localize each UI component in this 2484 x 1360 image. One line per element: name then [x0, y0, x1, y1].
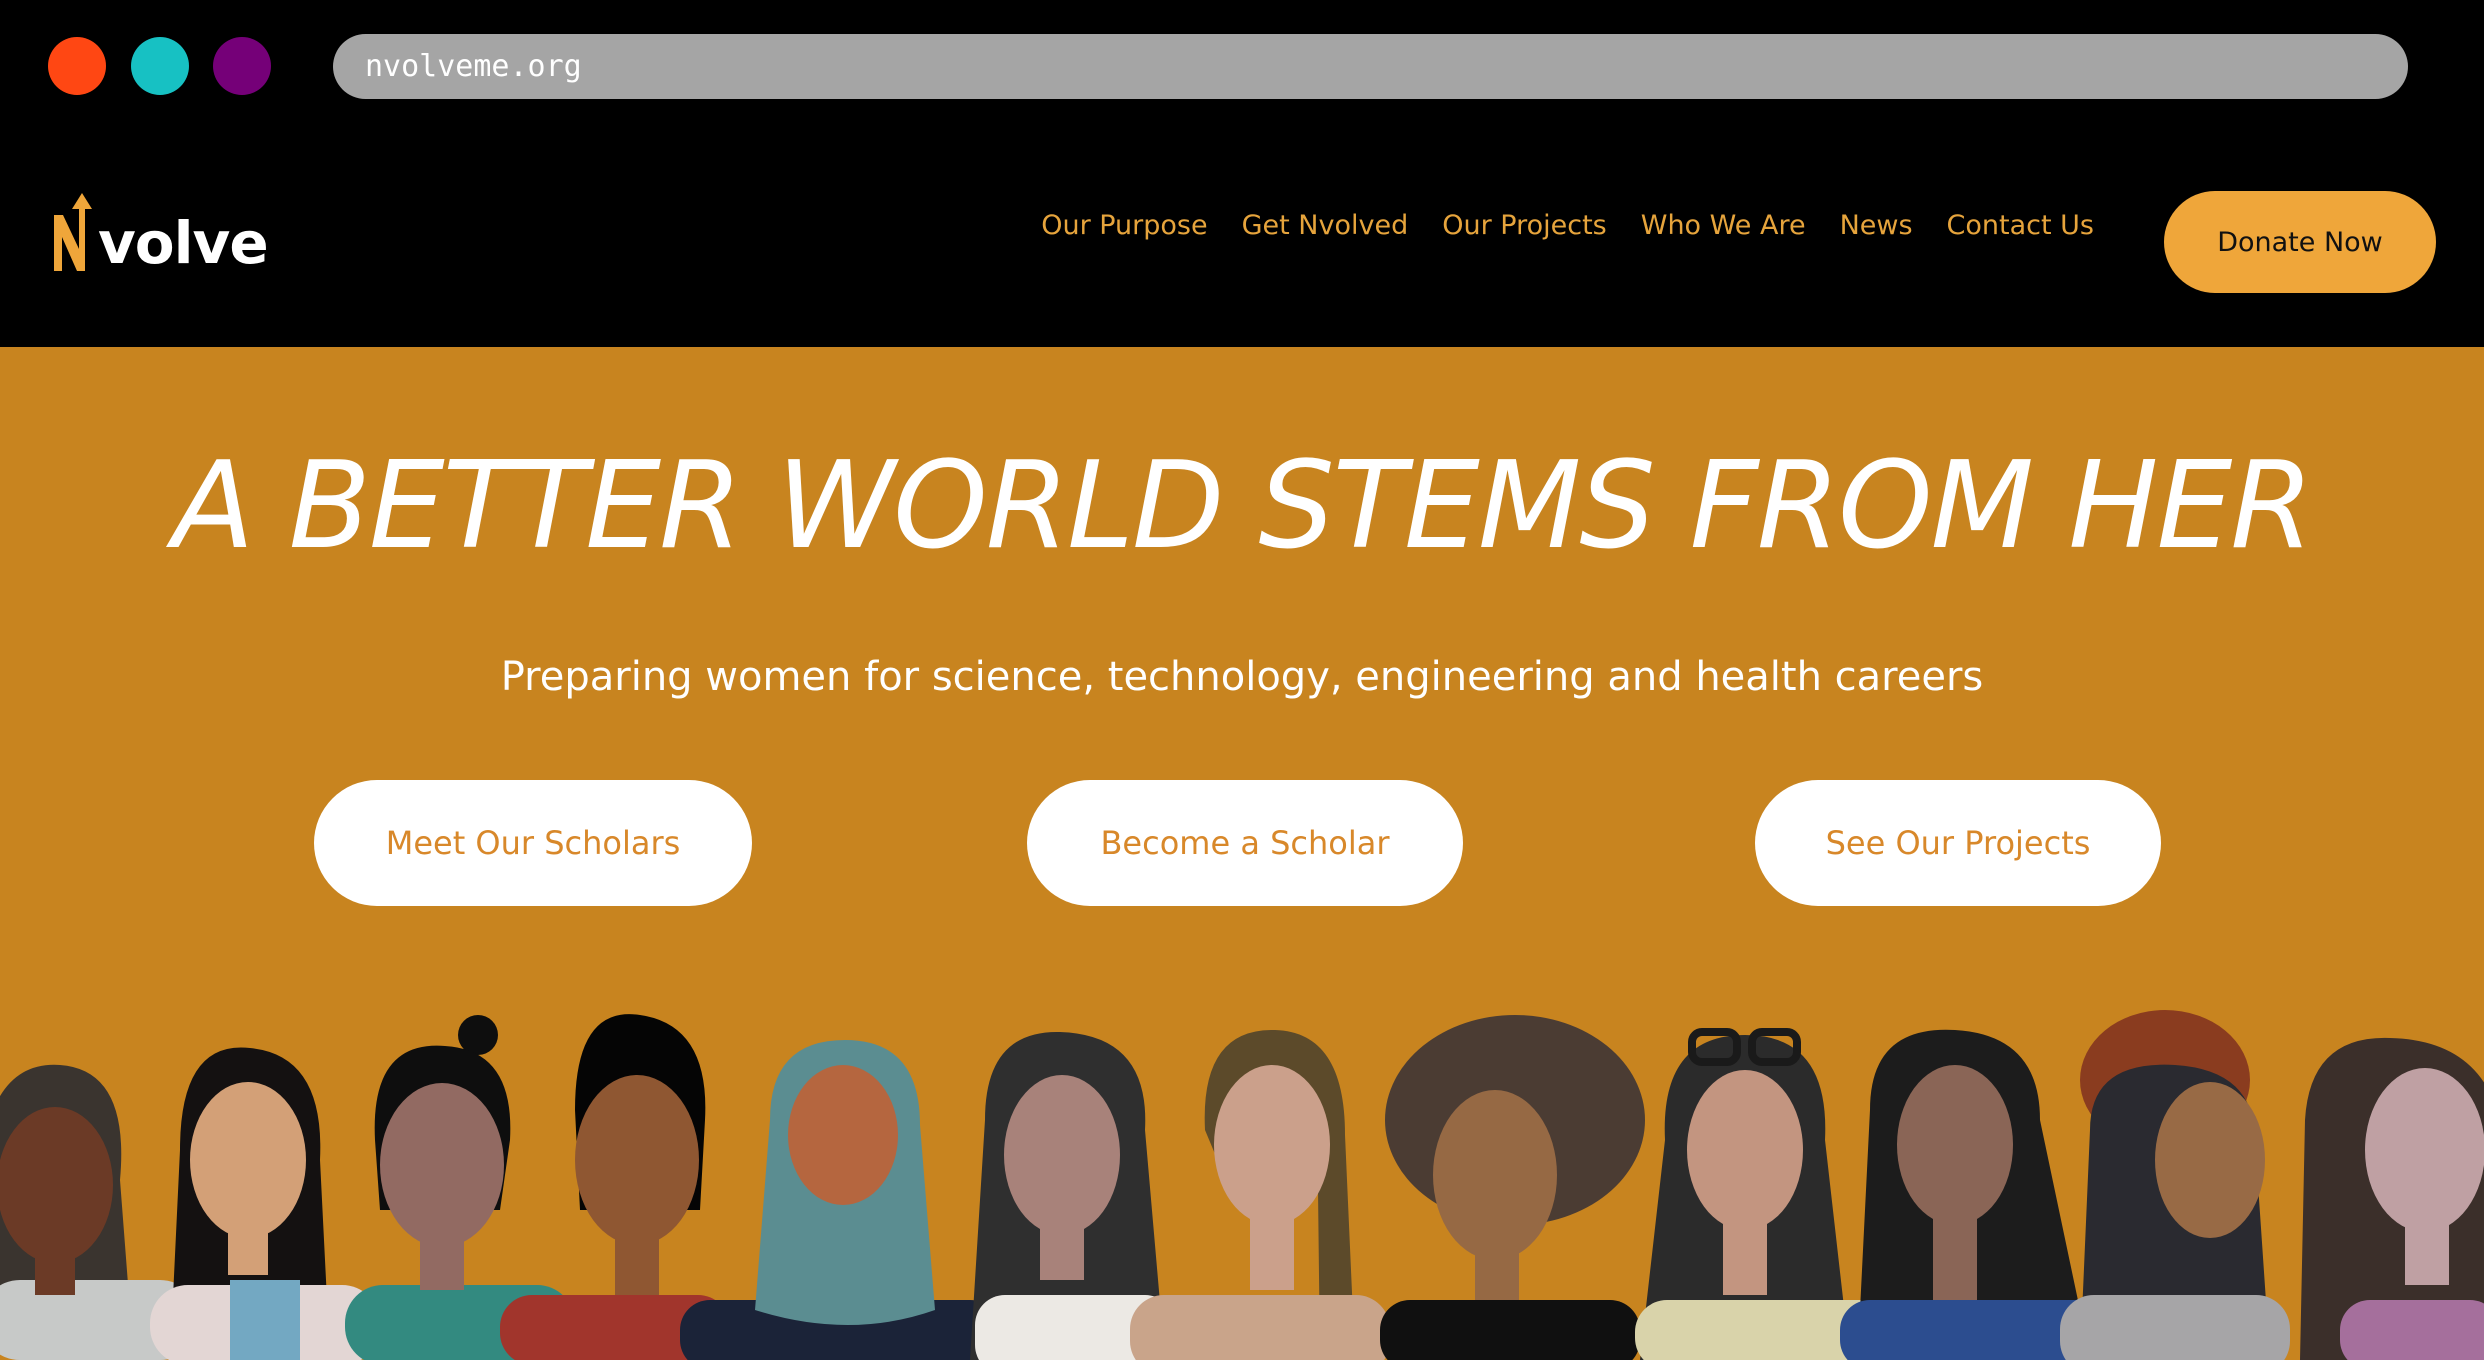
woman-figure [150, 1047, 380, 1360]
main-navigation: Our Purpose Get Nvolved Our Projects Who… [1041, 208, 2094, 244]
minimize-window-button[interactable] [131, 37, 189, 95]
hero-subheadline: Preparing women for science, technology,… [500, 654, 1984, 700]
woman-figure [2060, 1010, 2290, 1360]
site-header: volve Our Purpose Get Nvolved Our Projec… [0, 133, 2484, 347]
nav-news[interactable]: News [1840, 208, 1913, 244]
logo-n-arrow-icon [52, 193, 96, 273]
nav-our-purpose[interactable]: Our Purpose [1041, 208, 1207, 244]
browser-chrome: nvolveme.org [0, 0, 2484, 133]
woman-figure [1380, 1015, 1645, 1360]
become-a-scholar-button[interactable]: Become a Scholar [1027, 780, 1463, 906]
woman-figure [1130, 1029, 1390, 1360]
see-our-projects-button[interactable]: See Our Projects [1755, 780, 2161, 906]
logo-wordmark: volve [98, 209, 269, 277]
hero-headline: A BETTER WORLD STEMS FROM HER [172, 437, 2313, 576]
nav-get-nvolved[interactable]: Get Nvolved [1242, 208, 1409, 244]
nav-contact-us[interactable]: Contact Us [1947, 208, 2094, 244]
meet-our-scholars-button[interactable]: Meet Our Scholars [314, 780, 752, 906]
nav-who-we-are[interactable]: Who We Are [1641, 208, 1806, 244]
hero-section: A BETTER WORLD STEMS FROM HER Preparing … [0, 347, 2484, 1360]
woman-figure [680, 1040, 1000, 1360]
close-window-button[interactable] [48, 37, 106, 95]
donate-now-button[interactable]: Donate Now [2164, 191, 2436, 293]
nvolve-logo[interactable]: volve [52, 193, 269, 277]
woman-figure [2300, 1037, 2484, 1360]
maximize-window-button[interactable] [213, 37, 271, 95]
address-bar[interactable]: nvolveme.org [333, 34, 2408, 99]
nav-our-projects[interactable]: Our Projects [1442, 208, 1607, 244]
women-illustration [0, 1010, 2484, 1360]
